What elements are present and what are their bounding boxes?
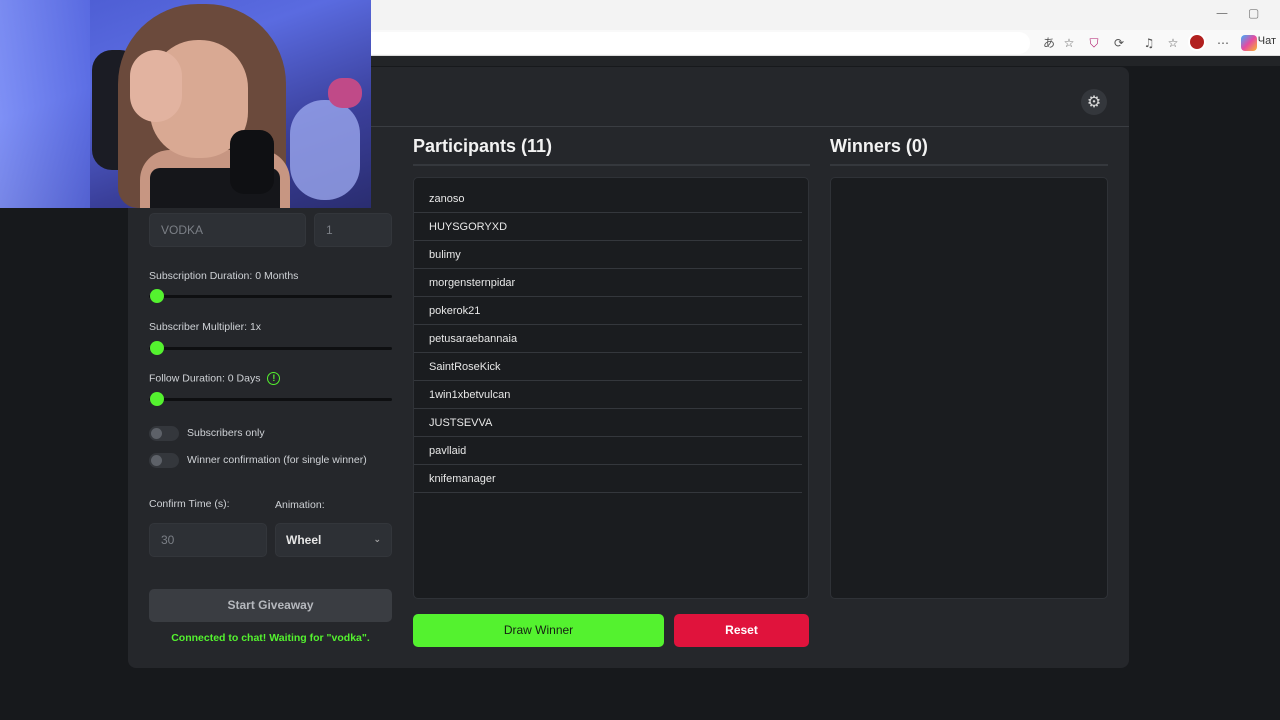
extensions-icon[interactable]: ⟳ <box>1110 34 1128 52</box>
translate-icon[interactable]: あ <box>1040 34 1058 52</box>
info-icon[interactable]: ! <box>267 372 281 385</box>
subscriber-multiplier-thumb[interactable] <box>150 341 164 355</box>
follow-duration-row: Follow Duration: 0 Days ! <box>149 372 281 385</box>
winners-divider <box>830 164 1108 166</box>
start-giveaway-button[interactable]: Start Giveaway <box>149 589 392 622</box>
toggle-knob <box>151 455 162 466</box>
participant-row[interactable]: morgensternpidar <box>414 269 802 297</box>
follow-duration-thumb[interactable] <box>150 392 164 406</box>
draw-winner-button[interactable]: Draw Winner <box>413 614 664 647</box>
animation-select-value: Wheel <box>286 533 322 547</box>
subscription-duration-slider[interactable] <box>149 295 392 298</box>
subscriber-multiplier-slider[interactable] <box>149 347 392 350</box>
settings-gear-icon[interactable]: ⚙ <box>1081 89 1107 115</box>
subscribers-only-label: Subscribers only <box>187 427 265 439</box>
participant-row[interactable]: HUYSGORYXD <box>414 213 802 241</box>
subscribers-only-toggle[interactable] <box>149 426 179 441</box>
participants-title: Participants (11) <box>413 136 553 156</box>
confirm-time-label: Confirm Time (s): <box>149 498 230 510</box>
copilot-icon[interactable] <box>1241 35 1257 51</box>
more-icon[interactable]: ⋯ <box>1214 34 1232 52</box>
participant-row[interactable]: JUSTSEVVA <box>414 409 802 437</box>
participants-list[interactable]: zanoso HUYSGORYXD bulimy morgensternpidar po… <box>413 177 809 599</box>
webcam-curtain <box>0 0 90 208</box>
reset-button[interactable]: Reset <box>674 614 809 647</box>
shield-icon[interactable]: ⛉ <box>1085 34 1103 52</box>
webcam-overlay <box>0 0 371 208</box>
subscriber-multiplier-label: Subscriber Multiplier: 1x <box>149 321 262 333</box>
toggle-knob <box>151 428 162 439</box>
participant-row[interactable]: knifemanager <box>414 465 802 493</box>
chat-label[interactable]: Чат <box>1258 35 1276 47</box>
participant-row[interactable]: bulimy <box>414 241 802 269</box>
confirm-time-input[interactable]: 30 <box>149 523 267 557</box>
subscription-duration-label: Subscription Duration: 0 Months <box>149 270 299 282</box>
webcam-hand <box>130 50 182 122</box>
winners-title: Winners (0) <box>830 136 928 156</box>
participant-row[interactable]: petusaraebannaia <box>414 325 802 353</box>
animation-select[interactable]: Wheel ⌄ <box>275 523 392 557</box>
participant-row[interactable]: pokerok21 <box>414 297 802 325</box>
chevron-down-icon: ⌄ <box>373 535 381 545</box>
winners-list[interactable] <box>830 177 1108 599</box>
winner-confirmation-label: Winner confirmation (for single winner) <box>187 454 367 466</box>
bookmark-star-icon[interactable]: ☆ <box>1060 34 1078 52</box>
participant-row[interactable]: pavllaid <box>414 437 802 465</box>
music-icon[interactable]: ♫ <box>1140 34 1158 52</box>
keyword-input[interactable]: VODKA <box>149 213 306 247</box>
restore-icon[interactable]: ▢ <box>1248 6 1259 20</box>
follow-duration-slider[interactable] <box>149 398 392 401</box>
animation-label: Animation: <box>275 499 325 511</box>
participants-divider <box>413 164 810 166</box>
webcam-plush-toy <box>328 78 362 108</box>
connection-status: Connected to chat! Waiting for "vodka". <box>171 632 370 644</box>
favorites-icon[interactable]: ☆ <box>1164 34 1182 52</box>
participant-row[interactable]: 1win1xbetvulcan <box>414 381 802 409</box>
subscription-duration-thumb[interactable] <box>150 289 164 303</box>
profile-avatar[interactable] <box>1188 33 1206 51</box>
follow-duration-label: Follow Duration: 0 Days <box>149 372 261 385</box>
participant-row[interactable]: zanoso <box>414 185 802 213</box>
webcam-microphone <box>230 130 274 194</box>
webcam-lamp <box>290 100 360 200</box>
minimize-icon[interactable]: — <box>1216 6 1228 20</box>
winner-count-input[interactable]: 1 <box>314 213 392 247</box>
winner-confirmation-toggle[interactable] <box>149 453 179 468</box>
participant-row[interactable]: SaintRoseKick <box>414 353 802 381</box>
